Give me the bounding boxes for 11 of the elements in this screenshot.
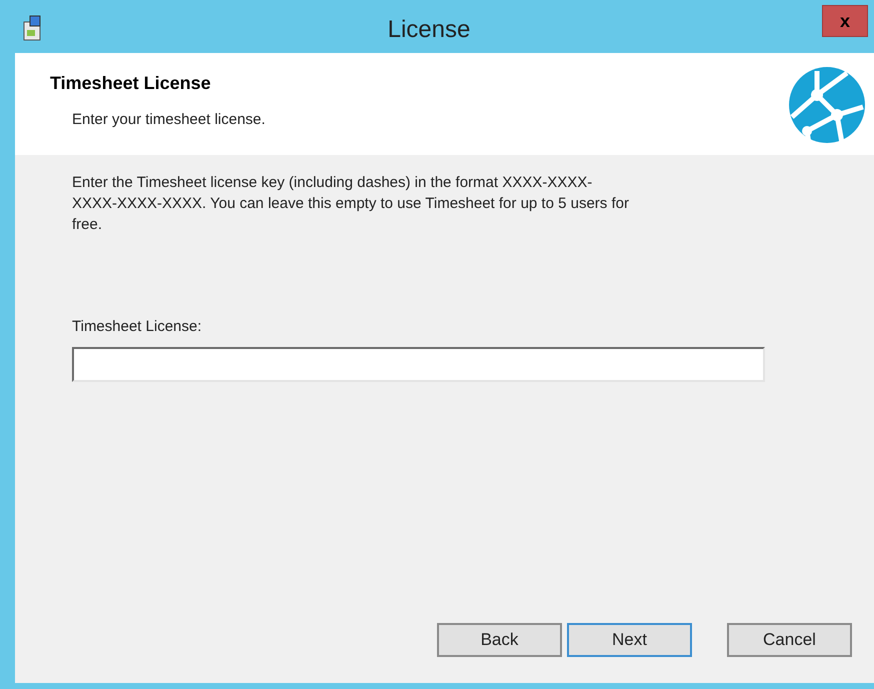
dialog-button[interactable]: Next: [567, 623, 692, 657]
description-text: Enter the Timesheet license key (including dashes) in the format XXXX-XXXX-XXXX-XXXX-XXXX. You can leave this empty to use Timesheet for up to 5 users for free.: [72, 173, 630, 235]
dialog-button[interactable]: Back: [437, 623, 562, 657]
header-title: Timesheet License: [50, 72, 212, 95]
field-label: Timesheet License:: [72, 317, 203, 337]
close-button[interactable]: x: [822, 5, 868, 37]
dialog-button[interactable]: Cancel: [727, 623, 852, 657]
globe-network-icon: [787, 65, 867, 145]
license-input-field[interactable]: [72, 346, 765, 382]
window-title: License: [386, 15, 472, 45]
header-subtitle: Enter your timesheet license.: [72, 110, 266, 130]
